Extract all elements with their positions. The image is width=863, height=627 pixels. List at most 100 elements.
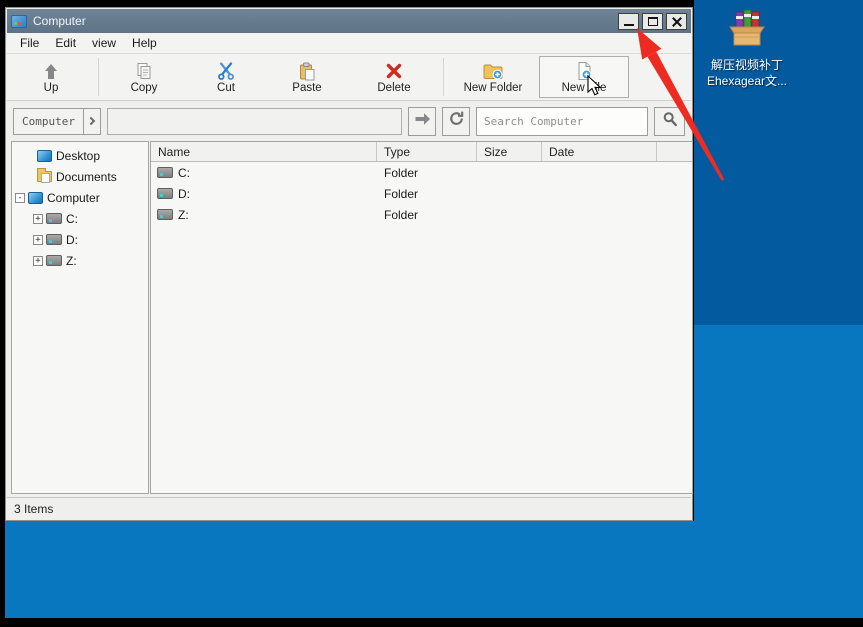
column-header-size[interactable]: Size bbox=[477, 142, 542, 161]
up-button-label: Up bbox=[44, 82, 59, 94]
shortcut-label-line2: Ehexagear文... bbox=[707, 73, 787, 89]
tree-item-label: Z: bbox=[66, 254, 77, 268]
refresh-icon bbox=[448, 110, 465, 132]
tree-item-label: Computer bbox=[47, 191, 100, 205]
search-magnifier-icon bbox=[662, 111, 678, 132]
shortcut-label-line1: 解压视频补丁 bbox=[711, 57, 783, 73]
chevron-right-icon bbox=[87, 117, 95, 125]
minimize-icon bbox=[624, 24, 634, 26]
desktop-shortcut-archive[interactable]: 解压视频补丁 Ehexagear文... bbox=[700, 6, 794, 89]
file-type: Folder bbox=[377, 208, 477, 222]
file-type: Folder bbox=[377, 166, 477, 180]
expand-expander[interactable]: + bbox=[33, 214, 43, 224]
tree-item-drive-d[interactable]: + D: bbox=[12, 229, 148, 250]
toolbar-separator bbox=[98, 58, 99, 96]
paste-button[interactable]: Paste bbox=[266, 56, 348, 98]
file-name: Z: bbox=[178, 208, 189, 222]
archive-box-icon bbox=[724, 6, 770, 57]
cut-button-label: Cut bbox=[217, 82, 235, 94]
copy-button-label: Copy bbox=[131, 82, 158, 94]
tree-item-drive-c[interactable]: + C: bbox=[12, 208, 148, 229]
file-name: C: bbox=[178, 166, 190, 180]
file-row-drive-c[interactable]: C: Folder bbox=[151, 162, 692, 183]
tree-item-documents[interactable]: Documents bbox=[12, 166, 148, 187]
collapse-expander[interactable]: - bbox=[15, 193, 25, 203]
drive-icon bbox=[157, 167, 173, 178]
delete-button-label: Delete bbox=[377, 82, 410, 94]
status-bar: 3 Items bbox=[7, 497, 691, 519]
list-header: Name Type Size Date bbox=[151, 142, 692, 162]
menu-bar: File Edit view Help bbox=[7, 33, 691, 54]
file-plus-icon bbox=[574, 60, 594, 81]
close-button[interactable] bbox=[666, 13, 687, 30]
copy-button[interactable]: Copy bbox=[102, 56, 186, 98]
app-icon bbox=[11, 15, 27, 28]
drive-icon bbox=[46, 255, 62, 266]
location-button[interactable]: Computer bbox=[13, 108, 84, 135]
tree-item-computer[interactable]: - Computer bbox=[12, 187, 148, 208]
search-button[interactable] bbox=[654, 107, 685, 136]
window-title: Computer bbox=[33, 14, 612, 28]
drive-icon bbox=[46, 234, 62, 245]
file-name: D: bbox=[178, 187, 190, 201]
documents-folder-icon bbox=[37, 171, 52, 182]
minimize-button[interactable] bbox=[618, 13, 639, 30]
column-header-filler bbox=[657, 142, 692, 161]
toolbar-separator bbox=[443, 58, 444, 96]
tree-item-label: C: bbox=[66, 212, 78, 226]
tree-item-label: D: bbox=[66, 233, 78, 247]
new-file-button-label: New File bbox=[562, 82, 607, 94]
drive-icon bbox=[46, 213, 62, 224]
tree-item-label: Documents bbox=[56, 170, 117, 184]
menu-view[interactable]: view bbox=[84, 34, 124, 52]
menu-help[interactable]: Help bbox=[124, 34, 165, 52]
folder-tree: Desktop Documents - Computer + C: bbox=[11, 141, 149, 494]
address-path-field[interactable] bbox=[107, 108, 402, 135]
desktop-wallpaper-bottom bbox=[5, 521, 863, 618]
delete-button[interactable]: Delete bbox=[348, 56, 440, 98]
toolbar: Up Copy Cut Paste bbox=[7, 54, 691, 101]
location-chevron-button[interactable] bbox=[84, 108, 101, 135]
up-button[interactable]: Up bbox=[7, 56, 95, 98]
menu-file[interactable]: File bbox=[12, 34, 47, 52]
cut-button[interactable]: Cut bbox=[186, 56, 266, 98]
new-folder-button[interactable]: New Folder bbox=[447, 56, 539, 98]
folder-plus-icon bbox=[482, 60, 504, 81]
paste-button-label: Paste bbox=[292, 82, 321, 94]
refresh-button[interactable] bbox=[442, 107, 470, 136]
column-header-date[interactable]: Date bbox=[542, 142, 657, 161]
titlebar[interactable]: Computer bbox=[7, 9, 691, 33]
drive-icon bbox=[157, 188, 173, 199]
file-manager-window: Computer File Edit view Help Up bbox=[5, 7, 693, 521]
menu-edit[interactable]: Edit bbox=[47, 34, 84, 52]
file-row-drive-z[interactable]: Z: Folder bbox=[151, 204, 692, 225]
go-arrow-icon bbox=[414, 112, 431, 131]
new-file-button[interactable]: New File bbox=[539, 56, 629, 98]
drive-icon bbox=[157, 209, 173, 220]
clipboard-icon bbox=[297, 60, 317, 81]
copy-icon bbox=[134, 60, 154, 81]
expand-expander[interactable]: + bbox=[33, 235, 43, 245]
column-header-name[interactable]: Name bbox=[151, 142, 377, 161]
search-input[interactable] bbox=[476, 107, 648, 136]
tree-item-drive-z[interactable]: + Z: bbox=[12, 250, 148, 271]
file-type: Folder bbox=[377, 187, 477, 201]
maximize-icon bbox=[648, 17, 658, 26]
scissors-icon bbox=[216, 60, 236, 81]
computer-icon bbox=[28, 192, 43, 204]
expand-expander[interactable]: + bbox=[33, 256, 43, 266]
desktop-icon bbox=[37, 150, 52, 162]
status-text: 3 Items bbox=[14, 502, 53, 516]
up-arrow-icon bbox=[41, 60, 61, 81]
new-folder-button-label: New Folder bbox=[464, 82, 523, 94]
tree-item-desktop[interactable]: Desktop bbox=[12, 145, 148, 166]
maximize-button[interactable] bbox=[642, 13, 663, 30]
tree-item-label: Desktop bbox=[56, 149, 100, 163]
delete-x-icon bbox=[384, 60, 404, 81]
go-button[interactable] bbox=[408, 107, 436, 136]
file-row-drive-d[interactable]: D: Folder bbox=[151, 183, 692, 204]
column-header-type[interactable]: Type bbox=[377, 142, 477, 161]
desktop-screen: 解压视频补丁 Ehexagear文... Computer File Edit … bbox=[0, 0, 863, 627]
address-bar: Computer bbox=[7, 102, 691, 140]
file-list: Name Type Size Date C: Folder D: Folder … bbox=[150, 141, 693, 494]
